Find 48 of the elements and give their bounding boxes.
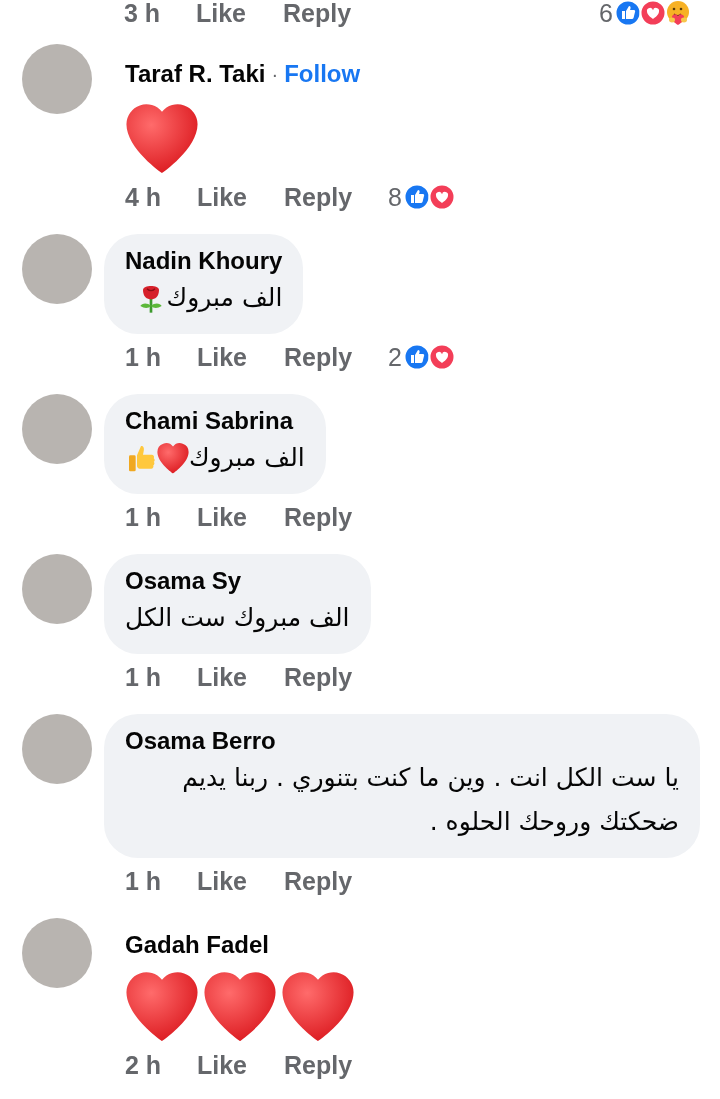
- reply-link[interactable]: Reply: [284, 1050, 353, 1080]
- hugging-face-icon: [664, 0, 692, 27]
- like-link[interactable]: Like: [197, 662, 284, 692]
- commenter-name[interactable]: Chami Sabrina: [125, 407, 294, 434]
- comment-time: 2 h: [125, 1050, 163, 1080]
- like-reaction-icon: [403, 343, 431, 371]
- comment-time: 1 h: [125, 866, 163, 896]
- separator-dot: ·: [271, 62, 279, 87]
- commenter-name[interactable]: Osama Berro: [125, 727, 276, 754]
- follow-link[interactable]: Follow: [284, 56, 361, 92]
- comment-text: يا ست الكل انت . وين ما كنت بتنوري . ربنا يديم ضحكتك وروحك الحلوه .: [181, 762, 679, 839]
- heart-reaction-icon: [639, 0, 667, 27]
- like-reaction-icon: [403, 183, 431, 211]
- commenter-name[interactable]: Nadin Khoury: [125, 247, 283, 274]
- reply-link[interactable]: Reply: [283, 0, 352, 28]
- heart-icon: [125, 970, 199, 1042]
- like-link[interactable]: Like: [197, 342, 284, 372]
- comment-time: 1 h: [125, 342, 163, 372]
- like-link[interactable]: Like: [197, 866, 284, 896]
- like-link[interactable]: Like: [197, 182, 284, 212]
- like-link[interactable]: Like: [197, 502, 284, 532]
- reply-link[interactable]: Reply: [284, 866, 353, 896]
- like-reaction-icon: [614, 0, 642, 27]
- comment-time: 1 h: [125, 662, 163, 692]
- commenter-name[interactable]: Osama Sy: [125, 567, 242, 594]
- comment-time: 3 h: [124, 0, 162, 28]
- reaction-count: 8: [388, 182, 402, 212]
- reply-link[interactable]: Reply: [284, 662, 353, 692]
- reaction-count: 6: [599, 0, 613, 28]
- reaction-count: 2: [388, 342, 402, 372]
- heart-icon: [157, 442, 189, 474]
- heart-icon: [281, 970, 355, 1042]
- reply-link[interactable]: Reply: [284, 502, 353, 532]
- heart-reaction-icon: [428, 343, 456, 371]
- heart-icon: [125, 102, 199, 174]
- like-link[interactable]: Like: [197, 1050, 284, 1080]
- heart-icon: [203, 970, 277, 1042]
- reply-link[interactable]: Reply: [284, 342, 353, 372]
- comment-text: الف مبروك: [189, 442, 305, 475]
- comment-time: 4 h: [125, 182, 163, 212]
- like-link[interactable]: Like: [196, 0, 283, 28]
- reply-link[interactable]: Reply: [284, 182, 353, 212]
- commenter-name[interactable]: Taraf R. Taki: [125, 59, 266, 89]
- commenter-name[interactable]: Gadah Fadel: [125, 930, 270, 960]
- heart-reaction-icon: [428, 183, 456, 211]
- comment-text: الف مبروك: [166, 282, 283, 315]
- comment-time: 1 h: [125, 502, 163, 532]
- comment-text: الف مبروك ست الكل: [125, 602, 350, 635]
